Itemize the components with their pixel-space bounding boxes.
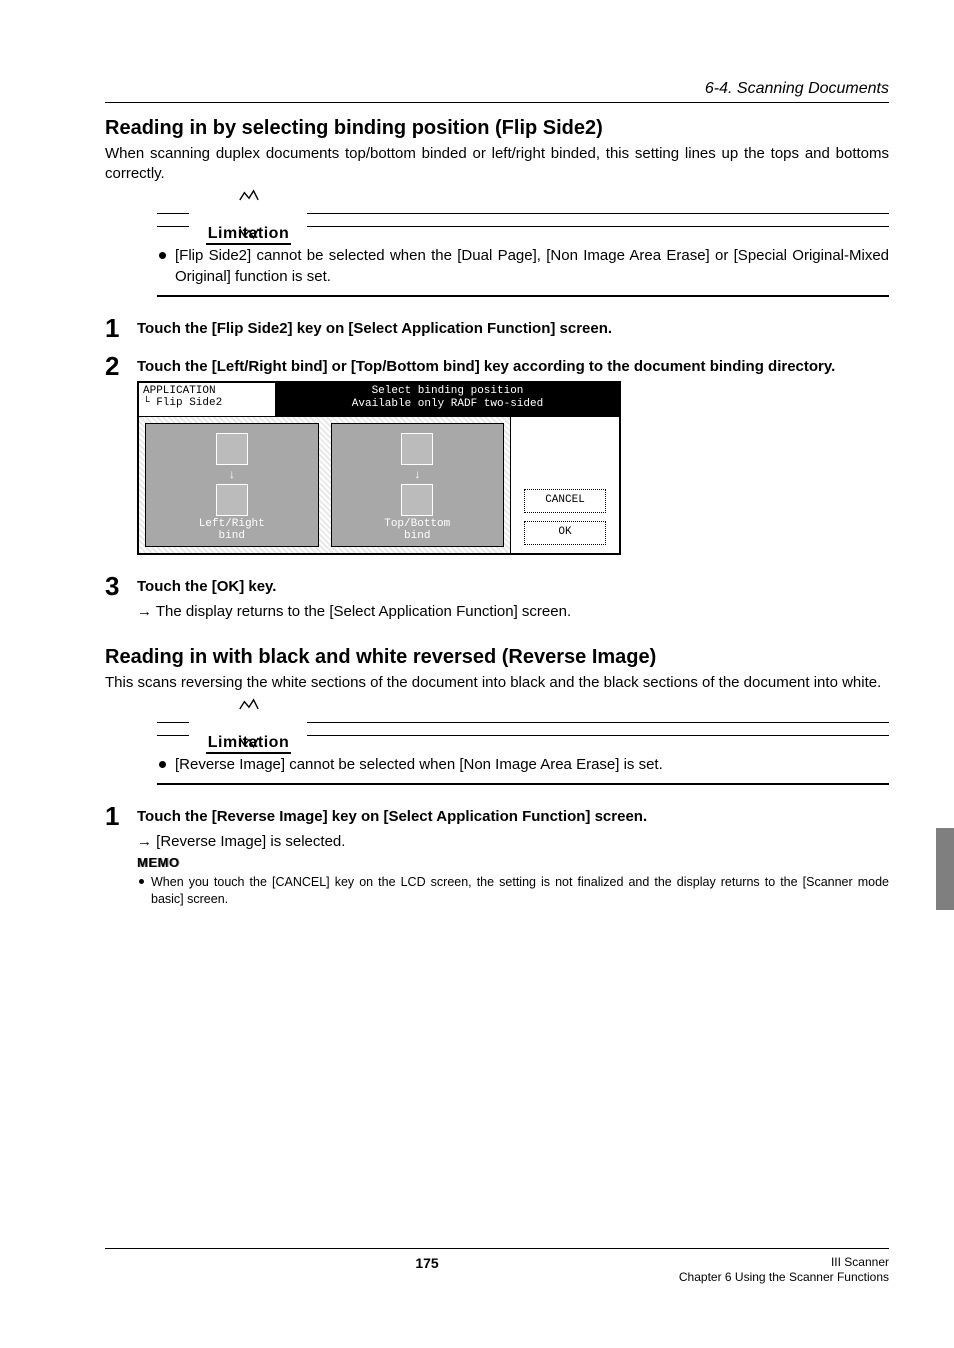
page-icon [216, 433, 248, 465]
footer-rule [105, 1248, 889, 1249]
step-1: 1 Touch the [Flip Side2] key on [Select … [105, 315, 889, 343]
step-number: 1 [105, 803, 137, 829]
page-icon [401, 484, 433, 516]
section2-step1-result: → [Reverse Image] is selected. [137, 831, 889, 852]
limitation-block-1: Limitation [Flip Side2] cannot be select… [157, 199, 889, 297]
lcd-option-label: bind [404, 530, 430, 542]
step-2: 2 Touch the [Left/Right bind] or [Top/Bo… [105, 353, 889, 563]
step-number: 3 [105, 573, 137, 599]
lcd-breadcrumb: APPLICATION └ Flip Side2 [139, 383, 276, 417]
lcd-path-line: └ Flip Side2 [143, 397, 271, 409]
side-tab [936, 828, 954, 910]
header-rule [105, 102, 889, 103]
section2-intro: This scans reversing the white sections … [105, 673, 889, 693]
memo-item: When you touch the [CANCEL] key on the L… [137, 874, 889, 908]
step3-result: → The display returns to the [Select App… [137, 601, 889, 622]
limitation-end-rule [157, 295, 889, 297]
step-number: 1 [105, 315, 137, 341]
lcd-cancel-button[interactable]: CANCEL [524, 489, 606, 513]
section1-title: Reading in by selecting binding position… [105, 117, 889, 140]
section2-step1-text: Touch the [Reverse Image] key on [Select… [137, 807, 889, 827]
limitation-block-2: Limitation [Reverse Image] cannot be sel… [157, 708, 889, 785]
lcd-ok-button[interactable]: OK [524, 521, 606, 545]
star-icon [238, 698, 260, 716]
step2-text: Touch the [Left/Right bind] or [Top/Bott… [137, 357, 889, 377]
footer-right-1: III Scanner [629, 1255, 889, 1271]
lcd-option-label: bind [219, 530, 245, 542]
star-icon [238, 189, 260, 207]
step-3: 3 Touch the [OK] key. → The display retu… [105, 573, 889, 624]
limitation-label: Limitation [206, 734, 291, 752]
memo-label: MEMO [137, 855, 179, 870]
step1-text: Touch the [Flip Side2] key on [Select Ap… [137, 319, 889, 339]
limitation-end-rule [157, 783, 889, 785]
lcd-title-line: Select binding position [280, 385, 615, 398]
page-icon [216, 484, 248, 516]
limitation-header: Limitation [157, 708, 889, 748]
lcd-option-top-bottom-bind[interactable]: ↓ Top/Bottom bind [331, 423, 505, 547]
section2-step-1: 1 Touch the [Reverse Image] key on [Sele… [105, 803, 889, 908]
lcd-option-label: Left/Right [199, 518, 265, 530]
section1-intro: When scanning duplex documents top/botto… [105, 144, 889, 185]
step-number: 2 [105, 353, 137, 379]
page-icon [401, 433, 433, 465]
footer: 175 III Scanner Chapter 6 Using the Scan… [105, 1248, 889, 1286]
lcd-option-left-right-bind[interactable]: ↓ Left/Right bind [145, 423, 319, 547]
lcd-title-line: Available only RADF two-sided [280, 398, 615, 411]
lcd-path-line: APPLICATION [143, 385, 271, 397]
limitation-item: [Flip Side2] cannot be selected when the… [157, 245, 889, 287]
limitation-label: Limitation [206, 225, 291, 243]
memo-block: MEMO When you touch the [CANCEL] key on … [137, 854, 889, 908]
limitation-header: Limitation [157, 199, 889, 239]
footer-right-2: Chapter 6 Using the Scanner Functions [629, 1270, 889, 1286]
step3-text: Touch the [OK] key. [137, 577, 889, 597]
lcd-option-label: Top/Bottom [384, 518, 450, 530]
lcd-title: Select binding position Available only R… [276, 383, 619, 417]
page-number: 175 [225, 1255, 629, 1271]
lcd-screenshot: APPLICATION └ Flip Side2 Select binding … [137, 381, 621, 555]
page: 6-4. Scanning Documents Reading in by se… [0, 0, 954, 1348]
limitation-item: [Reverse Image] cannot be selected when … [157, 754, 889, 775]
arrow-down-icon: ↓ [414, 469, 421, 482]
section2-title: Reading in with black and white reversed… [105, 646, 889, 669]
header-section: 6-4. Scanning Documents [105, 80, 889, 98]
arrow-down-icon: ↓ [228, 469, 235, 482]
